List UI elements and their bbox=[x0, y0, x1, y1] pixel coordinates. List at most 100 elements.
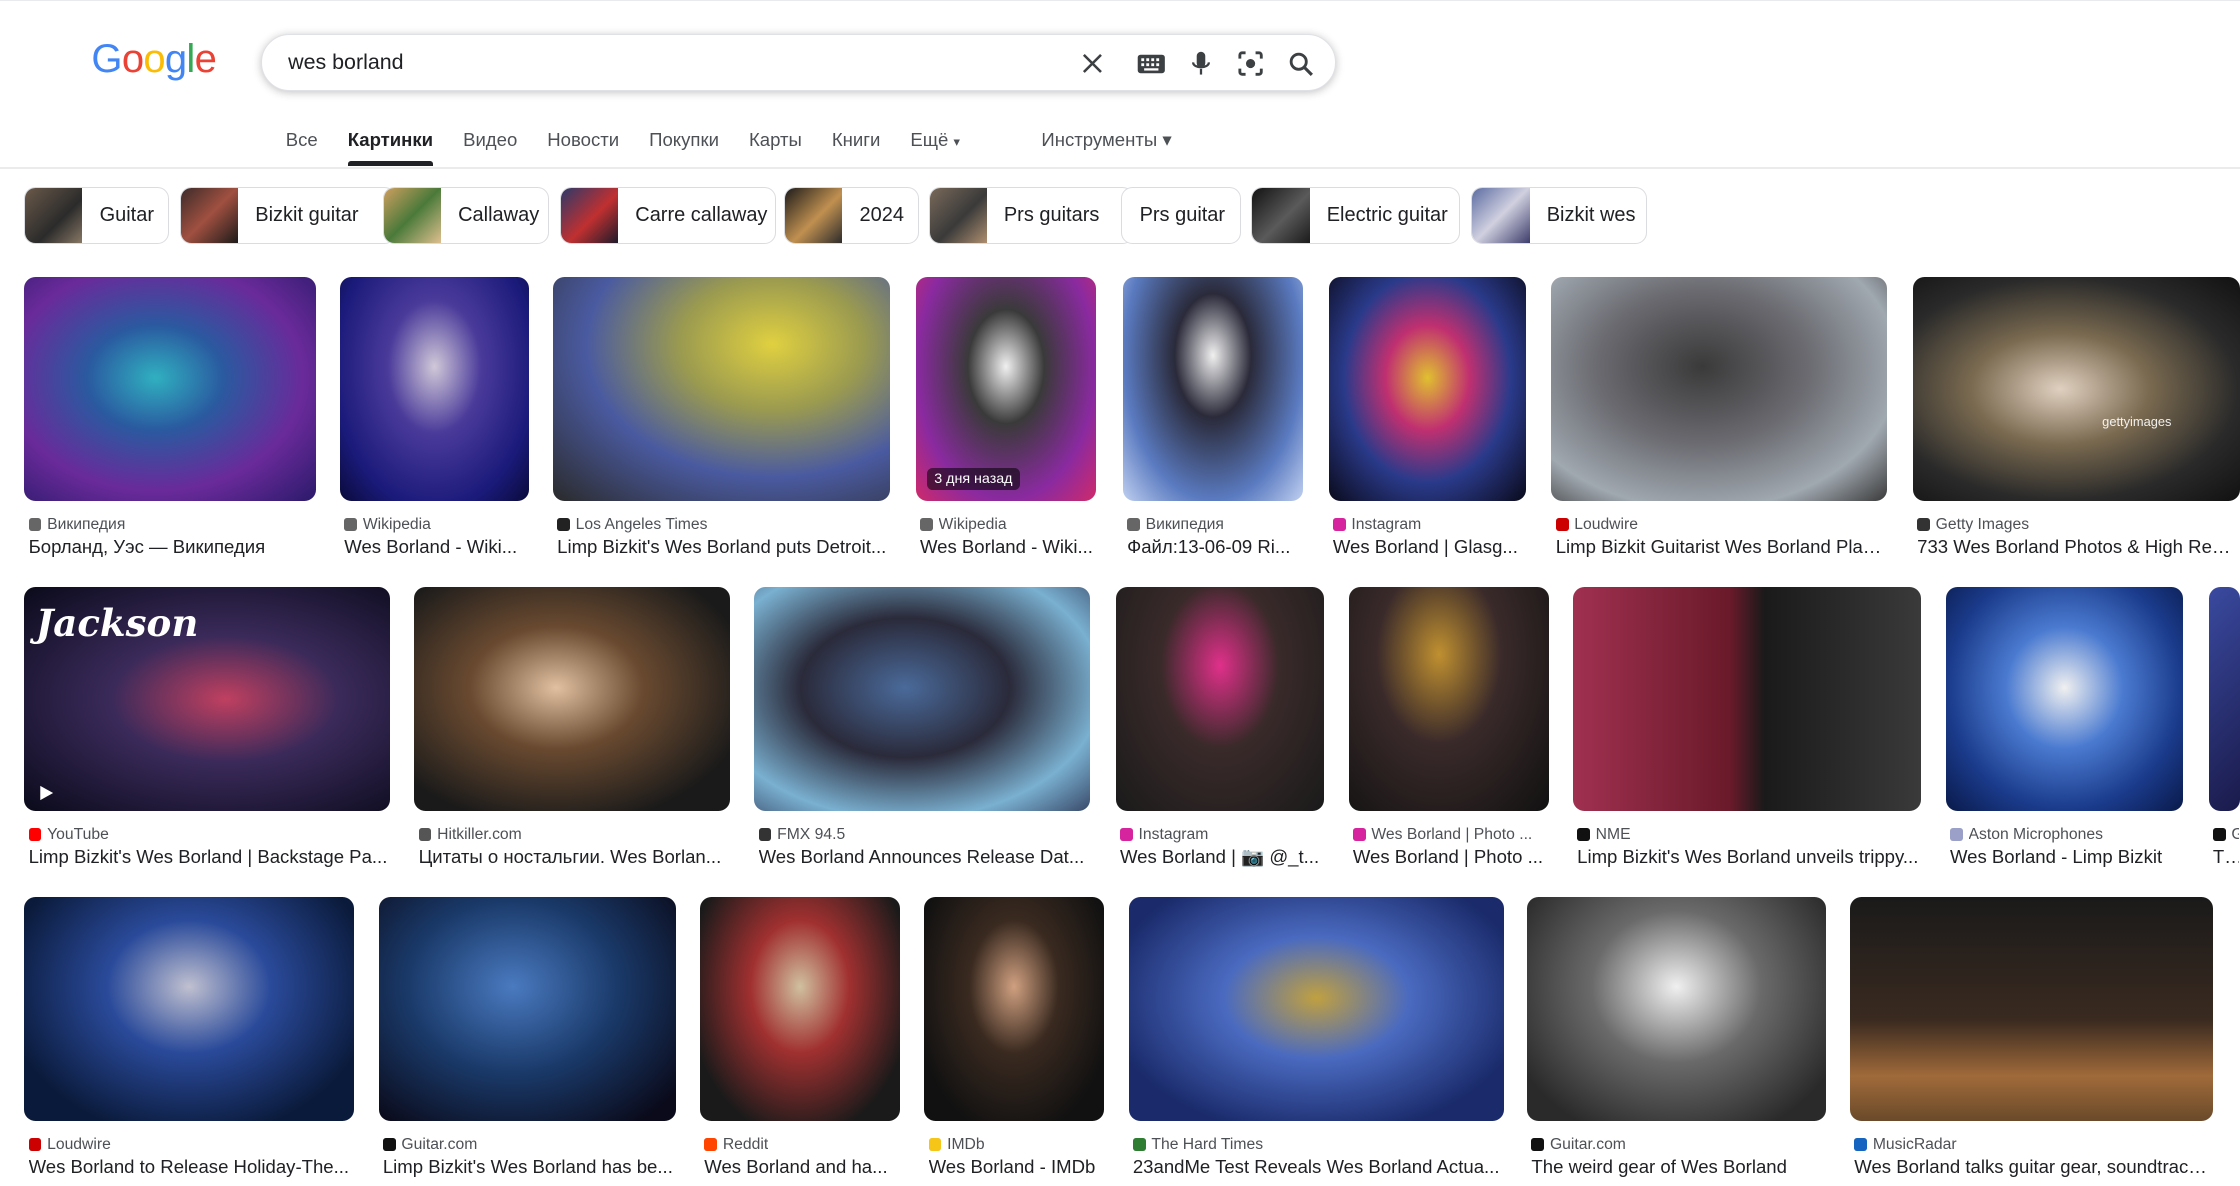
image-result[interactable]: Instagram Wes Borland | Glasg... bbox=[1328, 277, 1526, 558]
result-thumbnail[interactable] bbox=[414, 587, 730, 812]
result-title[interactable]: The bbox=[2213, 846, 2239, 868]
result-thumbnail[interactable]: gettyimages bbox=[1912, 277, 2240, 502]
result-source[interactable]: NME bbox=[1577, 826, 1920, 844]
result-thumbnail[interactable] bbox=[1348, 587, 1549, 812]
result-thumbnail[interactable] bbox=[339, 277, 529, 502]
lens-icon[interactable] bbox=[1234, 47, 1268, 81]
keyboard-icon[interactable] bbox=[1134, 47, 1168, 81]
chip-callaway[interactable]: Callaway bbox=[382, 187, 549, 245]
result-title[interactable]: Wes Borland - Limp Bizkit bbox=[1950, 846, 2181, 868]
result-title[interactable]: Wes Borland | Glasg... bbox=[1333, 536, 1524, 558]
image-result[interactable]: Los Angeles Times Limp Bizkit's Wes Borla… bbox=[552, 277, 890, 558]
result-thumbnail[interactable] bbox=[552, 277, 890, 502]
image-result[interactable]: Jackson YouTube Limp Bizkit's Wes Borland … bbox=[24, 587, 390, 868]
result-source[interactable]: Reddit bbox=[704, 1136, 898, 1154]
chip-prs-guitar[interactable]: Prs guitar bbox=[1121, 187, 1242, 245]
result-source[interactable]: Aston Microphones bbox=[1949, 826, 2181, 844]
result-title[interactable]: Цитаты о ностальгии. Wes Borlan... bbox=[419, 846, 729, 868]
result-thumbnail[interactable] bbox=[1328, 277, 1526, 502]
result-title[interactable]: Wes Borland - IMDb bbox=[929, 1156, 1103, 1178]
result-title[interactable]: Limp Bizkit's Wes Borland puts Detroit..… bbox=[557, 536, 888, 558]
image-result[interactable]: Wikipedia Wes Borland - Wiki... bbox=[339, 277, 529, 558]
result-thumbnail[interactable] bbox=[378, 897, 676, 1122]
image-result[interactable]: Guitar.com Limp Bizkit's Wes Borland has … bbox=[378, 897, 676, 1178]
chip-bizkit-guitar[interactable]: Bizkit guitar bbox=[179, 187, 396, 245]
result-title[interactable]: Wes Borland | 📷 @_t... bbox=[1120, 846, 1323, 868]
image-result[interactable]: The Hard Times 23andMe Test Reveals Wes B… bbox=[1128, 897, 1505, 1178]
tab-video[interactable]: Видео bbox=[463, 123, 517, 166]
result-title[interactable]: 23andMe Test Reveals Wes Borland Actua..… bbox=[1133, 1156, 1503, 1178]
search-input[interactable]: wes borland bbox=[288, 50, 403, 75]
image-result[interactable]: Hitkiller.com Цитаты о ностальгии. Wes Bo… bbox=[414, 587, 730, 868]
mic-icon[interactable] bbox=[1184, 47, 1218, 81]
result-thumbnail[interactable] bbox=[24, 277, 316, 502]
chip-guitar[interactable]: Guitar bbox=[24, 187, 169, 245]
result-source[interactable]: Guitar.com bbox=[1531, 1136, 1824, 1154]
image-result[interactable]: 3 дня назад Wikipedia Wes Borland - Wiki..… bbox=[915, 277, 1096, 558]
image-result[interactable]: Loudwire Wes Borland to Release Holiday-T… bbox=[24, 897, 355, 1178]
result-thumbnail[interactable] bbox=[1115, 587, 1325, 812]
tab-images[interactable]: Картинки bbox=[347, 123, 433, 166]
result-title[interactable]: Limp Bizkit's Wes Borland | Backstage Pa… bbox=[29, 846, 389, 868]
result-title[interactable]: 733 Wes Borland Photos & High Res ... bbox=[1917, 536, 2238, 558]
result-thumbnail[interactable] bbox=[699, 897, 900, 1122]
image-result[interactable]: Wes Borland | Photo ... Wes Borland | Pho… bbox=[1348, 587, 1549, 868]
result-source[interactable]: G bbox=[2212, 826, 2239, 844]
result-source[interactable]: The Hard Times bbox=[1132, 1136, 1503, 1154]
result-title[interactable]: Wes Borland and ha... bbox=[704, 1156, 898, 1178]
result-thumbnail[interactable] bbox=[1128, 897, 1505, 1122]
result-source[interactable]: Getty Images bbox=[1917, 516, 2238, 534]
tab-shopping[interactable]: Покупки bbox=[649, 123, 719, 166]
result-thumbnail[interactable] bbox=[1945, 587, 2183, 812]
result-title[interactable]: Wes Borland - Wiki... bbox=[920, 536, 1094, 558]
result-title[interactable]: Файл:13-06-09 Ri... bbox=[1127, 536, 1301, 558]
image-result[interactable]: Википедия Файл:13-06-09 Ri... bbox=[1122, 277, 1303, 558]
tab-more[interactable]: Ещё ▾ bbox=[910, 123, 960, 166]
result-thumbnail[interactable] bbox=[924, 897, 1105, 1122]
result-source[interactable]: Wikipedia bbox=[344, 516, 527, 534]
result-title[interactable]: Wes Borland to Release Holiday-The... bbox=[29, 1156, 353, 1178]
result-source[interactable]: Wes Borland | Photo ... bbox=[1352, 826, 1547, 844]
result-source[interactable]: Loudwire bbox=[28, 1136, 353, 1154]
chip-prs-guitars[interactable]: Prs guitars bbox=[928, 187, 1135, 245]
result-thumbnail[interactable] bbox=[1122, 277, 1303, 502]
tools-button[interactable]: Инструменты ▾ bbox=[1041, 129, 1171, 151]
result-title[interactable]: The weird gear of Wes Borland bbox=[1531, 1156, 1824, 1178]
result-source[interactable]: Los Angeles Times bbox=[557, 516, 888, 534]
result-thumbnail[interactable] bbox=[1551, 277, 1888, 502]
image-result[interactable]: Loudwire Limp Bizkit Guitarist Wes Borlan… bbox=[1551, 277, 1888, 558]
clear-icon[interactable] bbox=[1075, 47, 1109, 81]
result-source[interactable]: MusicRadar bbox=[1854, 1136, 2211, 1154]
image-result[interactable]: NME Limp Bizkit's Wes Borland unveils tri… bbox=[1572, 587, 1922, 868]
result-thumbnail[interactable] bbox=[1572, 587, 1922, 812]
image-result[interactable]: gettyimages Getty Images 733 Wes Borland P… bbox=[1912, 277, 2240, 558]
result-source[interactable]: YouTube bbox=[28, 826, 389, 844]
image-result[interactable]: Википедия Борланд, Уэс — Википедия bbox=[24, 277, 316, 558]
result-title[interactable]: Limp Bizkit Guitarist Wes Borland Play..… bbox=[1556, 536, 1886, 558]
result-source[interactable]: Wikipedia bbox=[919, 516, 1094, 534]
result-thumbnail[interactable] bbox=[1527, 897, 1826, 1122]
result-thumbnail[interactable] bbox=[2208, 587, 2240, 812]
chip-bizkit-wes[interactable]: Bizkit wes bbox=[1471, 187, 1648, 245]
google-logo[interactable]: Google bbox=[91, 37, 216, 82]
tab-books[interactable]: Книги bbox=[832, 123, 881, 166]
result-source[interactable]: Instagram bbox=[1119, 826, 1323, 844]
result-thumbnail[interactable] bbox=[754, 587, 1090, 812]
result-title[interactable]: Борланд, Уэс — Википедия bbox=[29, 536, 315, 558]
result-title[interactable]: Wes Borland | Photo ... bbox=[1353, 846, 1547, 868]
result-source[interactable]: Википедия bbox=[28, 516, 315, 534]
tab-all[interactable]: Все bbox=[286, 123, 318, 166]
result-source[interactable]: IMDb bbox=[928, 1136, 1103, 1154]
result-source[interactable]: Hitkiller.com bbox=[418, 826, 729, 844]
result-thumbnail[interactable]: 3 дня назад bbox=[915, 277, 1096, 502]
result-source[interactable]: Instagram bbox=[1332, 516, 1524, 534]
result-title[interactable]: Wes Borland Announces Release Dat... bbox=[759, 846, 1089, 868]
image-result[interactable]: MusicRadar Wes Borland talks guitar gear,… bbox=[1849, 897, 2213, 1178]
result-thumbnail[interactable]: Jackson bbox=[24, 587, 390, 812]
result-source[interactable]: Guitar.com bbox=[382, 1136, 674, 1154]
result-title[interactable]: Wes Borland - Wiki... bbox=[344, 536, 527, 558]
result-source[interactable]: FMX 94.5 bbox=[758, 826, 1089, 844]
image-result[interactable]: FMX 94.5 Wes Borland Announces Release Da… bbox=[754, 587, 1090, 868]
result-thumbnail[interactable] bbox=[1849, 897, 2213, 1122]
chip-carre-callaway[interactable]: Carre callaway bbox=[559, 187, 776, 245]
